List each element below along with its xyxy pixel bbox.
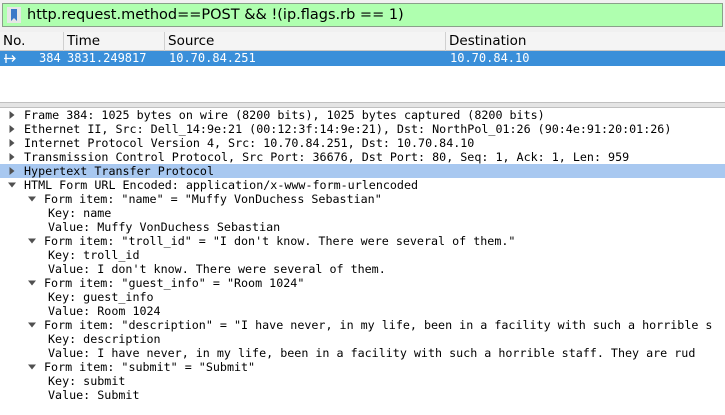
expanded-arrow-icon[interactable] xyxy=(28,363,36,371)
packet-source: 10.70.84.251 xyxy=(169,51,256,65)
packet-list-header: No. Time Source Destination xyxy=(0,32,725,51)
tree-leaf-item[interactable]: Key: submit xyxy=(0,374,725,388)
expanded-arrow-icon[interactable] xyxy=(8,181,16,189)
tree-item-text: Form item: "description" = "I have never… xyxy=(44,318,713,332)
tree-item-text: Value: Submit xyxy=(48,388,140,402)
packet-destination: 10.70.84.10 xyxy=(450,51,530,65)
packet-no: 384 xyxy=(39,51,61,65)
collapsed-arrow-icon[interactable] xyxy=(8,139,16,147)
column-header-no[interactable]: No. xyxy=(0,32,64,51)
column-header-destination[interactable]: Destination xyxy=(446,32,725,51)
collapsed-arrow-icon[interactable] xyxy=(8,153,16,161)
http-item[interactable]: Hypertext Transfer Protocol xyxy=(0,164,725,178)
column-header-source[interactable]: Source xyxy=(165,32,446,51)
tree-leaf-item[interactable]: Value: Submit xyxy=(0,388,725,402)
form-item[interactable]: Form item: "description" = "I have never… xyxy=(0,318,725,332)
tree-item-text: Key: description xyxy=(48,332,161,346)
column-header-time[interactable]: Time xyxy=(64,32,165,51)
tree-leaf-item[interactable]: Key: name xyxy=(0,206,725,220)
tree-item-text: Key: submit xyxy=(48,374,126,388)
tree-item-text: Key: name xyxy=(48,206,112,220)
tree-item-text: HTML Form URL Encoded: application/x-www… xyxy=(24,178,419,192)
form-item[interactable]: Form item: "submit" = "Submit" xyxy=(0,360,725,374)
tree-item-text: Ethernet II, Src: Dell_14:9e:21 (00:12:3… xyxy=(24,122,672,136)
packet-details-tree: Frame 384: 1025 bytes on wire (8200 bits… xyxy=(0,108,725,415)
expanded-arrow-icon[interactable] xyxy=(28,195,36,203)
frame-item[interactable]: Frame 384: 1025 bytes on wire (8200 bits… xyxy=(0,108,725,122)
collapsed-arrow-icon[interactable] xyxy=(8,111,16,119)
expanded-arrow-icon[interactable] xyxy=(28,237,36,245)
tree-leaf-item[interactable]: Value: I don't know. There were several … xyxy=(0,262,725,276)
tree-item-text: Value: Muffy VonDuchess Sebastian xyxy=(48,220,281,234)
form-item[interactable]: Form item: "guest_info" = "Room 1024" xyxy=(0,276,725,290)
tree-item-text: Transmission Control Protocol, Src Port:… xyxy=(24,150,630,164)
bookmark-icon[interactable] xyxy=(7,7,21,23)
ipv4-item[interactable]: Internet Protocol Version 4, Src: 10.70.… xyxy=(0,136,725,150)
tree-item-text: Value: I don't know. There were several … xyxy=(48,262,386,276)
tree-item-text: Form item: "guest_info" = "Room 1024" xyxy=(44,276,305,290)
tree-leaf-item[interactable]: Key: troll_id xyxy=(0,248,725,262)
tree-item-text: Form item: "name" = "Muffy VonDuchess Se… xyxy=(44,192,382,206)
tree-leaf-item[interactable]: Key: description xyxy=(0,332,725,346)
tree-item-text: Hypertext Transfer Protocol xyxy=(24,164,214,178)
form-item[interactable]: Form item: "troll_id" = "I don't know. T… xyxy=(0,234,725,248)
tree-item-text: Key: troll_id xyxy=(48,248,140,262)
request-arrow-icon xyxy=(4,54,16,63)
expanded-arrow-icon[interactable] xyxy=(28,321,36,329)
ethernet-item[interactable]: Ethernet II, Src: Dell_14:9e:21 (00:12:3… xyxy=(0,122,725,136)
packet-time: 3831.249817 xyxy=(67,51,147,65)
tree-item-text: Value: I have never, in my life, been in… xyxy=(48,346,696,360)
display-filter-bar: http.request.method==POST && !(ip.flags.… xyxy=(0,0,725,32)
tree-leaf-item[interactable]: Value: Muffy VonDuchess Sebastian xyxy=(0,220,725,234)
packet-row[interactable]: 384 3831.249817 10.70.84.251 10.70.84.10 xyxy=(0,51,725,66)
collapsed-arrow-icon[interactable] xyxy=(8,125,16,133)
tree-leaf-item[interactable]: Value: I have never, in my life, been in… xyxy=(0,346,725,360)
display-filter-text: http.request.method==POST && !(ip.flags.… xyxy=(27,7,404,23)
collapsed-arrow-icon[interactable] xyxy=(8,167,16,175)
tree-item-text: Key: guest_info xyxy=(48,290,154,304)
tree-item-text: Value: Room 1024 xyxy=(48,304,161,318)
tcp-item[interactable]: Transmission Control Protocol, Src Port:… xyxy=(0,150,725,164)
tree-leaf-item[interactable]: Value: Room 1024 xyxy=(0,304,725,318)
tree-item-text: Form item: "troll_id" = "I don't know. T… xyxy=(44,234,516,248)
form-item[interactable]: Form item: "name" = "Muffy VonDuchess Se… xyxy=(0,192,725,206)
form-urlencoded-item[interactable]: HTML Form URL Encoded: application/x-www… xyxy=(0,178,725,192)
packet-list: No. Time Source Destination 384 3831.249… xyxy=(0,32,725,102)
expanded-arrow-icon[interactable] xyxy=(28,279,36,287)
tree-item-text: Internet Protocol Version 4, Src: 10.70.… xyxy=(24,136,475,150)
display-filter-input[interactable]: http.request.method==POST && !(ip.flags.… xyxy=(2,3,723,27)
tree-item-text: Frame 384: 1025 bytes on wire (8200 bits… xyxy=(24,108,545,122)
tree-leaf-item[interactable]: Key: guest_info xyxy=(0,290,725,304)
tree-item-text: Form item: "submit" = "Submit" xyxy=(44,360,256,374)
